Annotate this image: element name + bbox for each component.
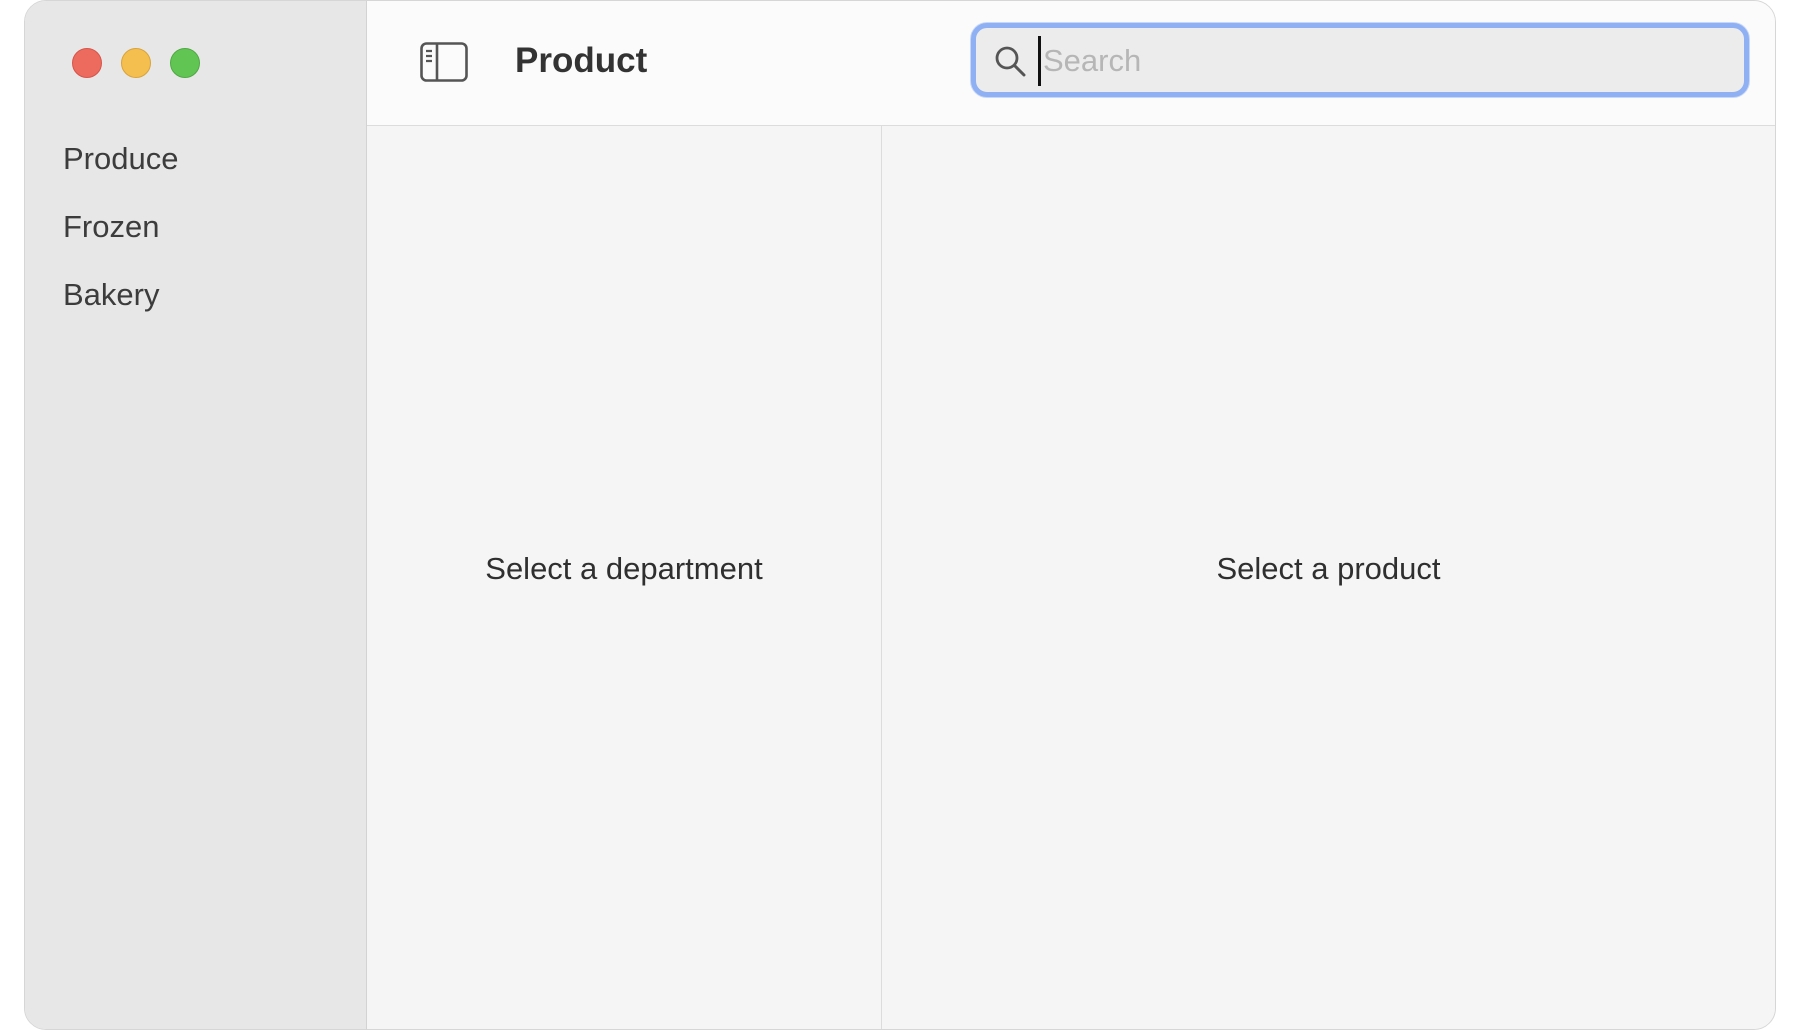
search-icon <box>995 46 1026 77</box>
minimize-button[interactable] <box>121 48 151 78</box>
app-window: Produce Frozen Bakery Product Select a d… <box>24 0 1776 1030</box>
sidebar-item-produce[interactable]: Produce <box>63 136 178 204</box>
window-controls <box>72 48 200 78</box>
zoom-button[interactable] <box>170 48 200 78</box>
sidebar-toggle-icon <box>420 42 468 82</box>
department-placeholder: Select a department <box>485 551 763 586</box>
department-pane: Select a department <box>367 126 882 1029</box>
sidebar-item-frozen[interactable]: Frozen <box>63 204 178 272</box>
product-pane: Select a product <box>882 126 1775 1029</box>
sidebar-item-bakery[interactable]: Bakery <box>63 272 178 340</box>
product-placeholder: Select a product <box>1216 551 1441 586</box>
sidebar-toggle-button[interactable] <box>420 42 468 82</box>
window-title: Product <box>515 41 648 80</box>
sidebar: Produce Frozen Bakery <box>25 1 367 1029</box>
search-field[interactable] <box>971 23 1749 97</box>
department-list: Produce Frozen Bakery <box>63 136 178 340</box>
search-input[interactable] <box>1038 36 1733 86</box>
toolbar: Product <box>367 1 1775 126</box>
close-button[interactable] <box>72 48 102 78</box>
